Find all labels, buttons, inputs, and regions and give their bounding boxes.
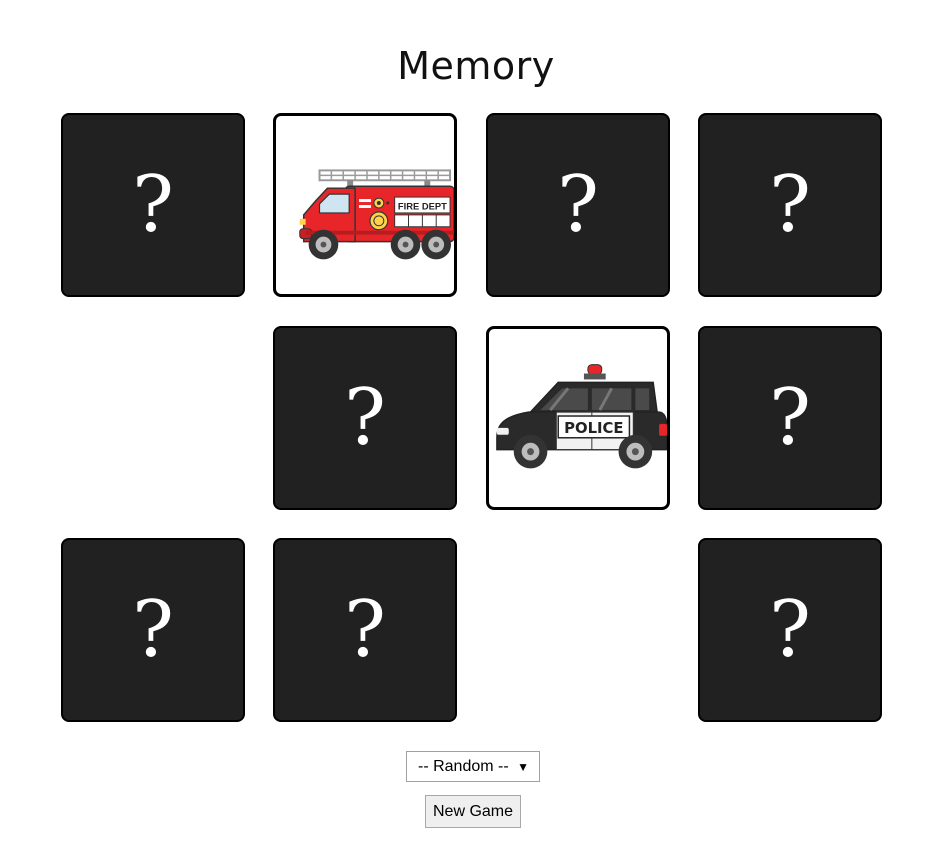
memory-card[interactable]: ? [486,113,670,297]
memory-card[interactable]: FIRE DEPT [273,113,457,297]
chevron-down-icon: ▼ [517,760,529,774]
memory-card[interactable]: ? [61,538,245,722]
fire-dept-text: FIRE DEPT [398,200,447,211]
question-mark-icon: ? [344,585,386,675]
question-mark-icon: ? [132,160,174,250]
memory-card[interactable]: ? [61,113,245,297]
theme-select-value: -- Random -- [418,758,509,775]
question-mark-icon: ? [557,160,599,250]
question-mark-icon: ? [769,585,811,675]
memory-card[interactable]: ? [698,113,882,297]
question-mark-icon: ? [344,373,386,463]
memory-card[interactable]: POLICE [486,326,670,510]
police-text: POLICE [564,420,623,437]
memory-card[interactable]: ? [698,538,882,722]
fire-truck-icon: FIRE DEPT [299,169,454,260]
memory-card[interactable]: ? [273,538,457,722]
question-mark-icon: ? [132,585,174,675]
memory-game-page: Memory ? FIRE DEPT ? ? ? POLICE ? ? ? ? … [0,0,952,867]
theme-select[interactable]: -- Random -- ▼ [406,751,540,782]
memory-card[interactable]: ? [273,326,457,510]
new-game-button[interactable]: New Game [425,795,521,828]
memory-card[interactable]: ? [698,326,882,510]
matched-card-slot [61,326,245,510]
matched-card-slot [486,538,670,722]
game-title: Memory [397,44,555,88]
police-car-icon: POLICE [496,364,667,469]
question-mark-icon: ? [769,373,811,463]
question-mark-icon: ? [769,160,811,250]
